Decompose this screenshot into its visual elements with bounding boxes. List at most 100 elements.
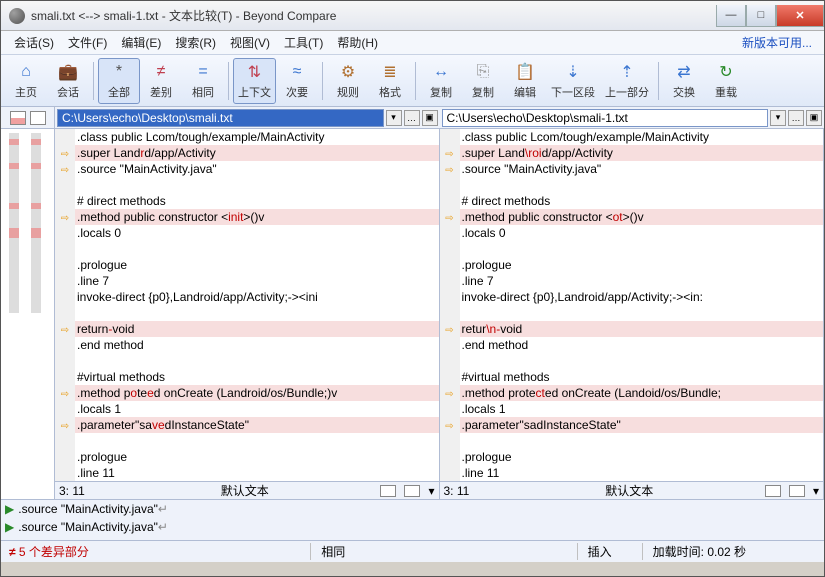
code-line[interactable]: .class public Lcom/tough/example/MainAct… <box>440 129 824 145</box>
left-browse-icon[interactable]: … <box>404 110 420 126</box>
code-line[interactable] <box>55 353 439 369</box>
code-line[interactable]: .line 7 <box>55 273 439 289</box>
menu-item[interactable]: 视图(V) <box>223 31 277 54</box>
code-line[interactable] <box>55 433 439 449</box>
view-mode-icons[interactable] <box>1 107 55 128</box>
code-line[interactable] <box>440 353 824 369</box>
toolbar-copy2-button[interactable]: ⎘复制 <box>462 58 504 104</box>
code-line[interactable]: .locals 1 <box>440 401 824 417</box>
right-path-input[interactable] <box>442 109 769 127</box>
code-text <box>75 177 439 193</box>
toolbar-context-button[interactable]: ⇅上下文 <box>233 58 276 104</box>
menu-item[interactable]: 搜索(R) <box>168 31 223 54</box>
code-line[interactable]: ⇨.method public constructor <ot>()v <box>440 209 824 225</box>
toolbar-format-button[interactable]: ≣格式 <box>369 58 411 104</box>
minimize-button[interactable]: — <box>716 5 746 27</box>
overview-strip[interactable] <box>1 129 55 499</box>
toolbar-diffs-button[interactable]: ≠差别 <box>140 58 182 104</box>
code-line[interactable] <box>440 433 824 449</box>
code-line[interactable] <box>55 305 439 321</box>
right-code[interactable]: .class public Lcom/tough/example/MainAct… <box>440 129 824 481</box>
code-line[interactable]: ⇨.source "MainActivity.java" <box>55 161 439 177</box>
code-line[interactable]: ⇨.super Landrd/app/Activity <box>55 145 439 161</box>
code-line[interactable]: ⇨retur\n-void <box>440 321 824 337</box>
code-line[interactable] <box>55 177 439 193</box>
right-encoding[interactable]: 默认文本 <box>502 482 757 499</box>
toolbar-home-button[interactable]: ⌂主页 <box>5 58 47 104</box>
code-line[interactable]: #virtual methods <box>55 369 439 385</box>
code-line[interactable]: .line 7 <box>440 273 824 289</box>
code-line[interactable]: .class public Lcom/tough/example/MainAct… <box>55 129 439 145</box>
code-line[interactable]: # direct methods <box>55 193 439 209</box>
code-line[interactable]: .locals 0 <box>440 225 824 241</box>
toolbar-same-button[interactable]: =相同 <box>182 58 224 104</box>
right-view-icon[interactable] <box>765 485 781 497</box>
code-line[interactable]: .locals 1 <box>55 401 439 417</box>
menu-item[interactable]: 会话(S) <box>7 31 61 54</box>
left-path-input[interactable] <box>57 109 384 127</box>
code-line[interactable]: invoke-direct {p0},Landroid/app/Activity… <box>440 289 824 305</box>
code-line[interactable] <box>440 177 824 193</box>
code-line[interactable]: ⇨.super Land\roid/app/Activity <box>440 145 824 161</box>
code-line[interactable]: ⇨.parameter"sadInstanceState" <box>440 417 824 433</box>
gutter: ⇨ <box>440 161 460 177</box>
code-line[interactable]: ⇨.source "MainActivity.java" <box>440 161 824 177</box>
code-line[interactable] <box>440 241 824 257</box>
code-line[interactable]: ⇨.parameter"savedInstanceState" <box>55 417 439 433</box>
toolbar-rules-button[interactable]: ⚙规则 <box>327 58 369 104</box>
toolbar-swap-button[interactable]: ⇄交换 <box>663 58 705 104</box>
code-line[interactable]: #virtual methods <box>440 369 824 385</box>
right-browse-icon[interactable]: … <box>788 110 804 126</box>
code-line[interactable]: ⇨return-void <box>55 321 439 337</box>
code-line[interactable]: .prologue <box>440 449 824 465</box>
code-line[interactable]: .locals 0 <box>55 225 439 241</box>
code-text: .locals 0 <box>460 225 824 241</box>
toolbar-reload-button[interactable]: ↻重载 <box>705 58 747 104</box>
right-dropdown-icon[interactable]: ▾ <box>813 484 819 498</box>
toolbar-minor-button[interactable]: ≈次要 <box>276 58 318 104</box>
code-text: .prologue <box>460 257 824 273</box>
code-line[interactable]: .line 11 <box>55 465 439 481</box>
code-line[interactable]: ⇨.method public constructor <init>()v <box>55 209 439 225</box>
code-line[interactable]: ⇨.method protected onCreate (Landoid/os/… <box>440 385 824 401</box>
left-open-icon[interactable]: ▣ <box>422 110 438 126</box>
code-line[interactable]: .line 11 <box>440 465 824 481</box>
menu-item[interactable]: 帮助(H) <box>330 31 385 54</box>
update-link[interactable]: 新版本可用... <box>736 31 818 54</box>
left-view-icon[interactable] <box>380 485 396 497</box>
close-button[interactable]: ✕ <box>776 5 824 27</box>
status-insert: 插入 <box>577 543 622 560</box>
menu-item[interactable]: 文件(F) <box>61 31 114 54</box>
code-line[interactable]: .end method <box>55 337 439 353</box>
toolbar-label: 上下文 <box>238 84 271 100</box>
maximize-button[interactable]: □ <box>746 5 776 27</box>
right-view-icon-2[interactable] <box>789 485 805 497</box>
code-line[interactable]: # direct methods <box>440 193 824 209</box>
code-line[interactable]: ⇨.method poteed onCreate (Landroid/os/Bu… <box>55 385 439 401</box>
toolbar-sessions-button[interactable]: 💼会话 <box>47 58 89 104</box>
toolbar-nextsec-button[interactable]: ⇣下一区段 <box>546 58 600 104</box>
code-line[interactable] <box>55 241 439 257</box>
code-line[interactable]: .end method <box>440 337 824 353</box>
toolbar-prevpart-button[interactable]: ⇡上一部分 <box>600 58 654 104</box>
right-open-icon[interactable]: ▣ <box>806 110 822 126</box>
menu-item[interactable]: 工具(T) <box>277 31 330 54</box>
code-line[interactable]: .prologue <box>55 257 439 273</box>
left-dropdown-icon[interactable]: ▾ <box>428 484 434 498</box>
left-path-dropdown-icon[interactable]: ▾ <box>386 110 402 126</box>
gutter <box>55 465 75 481</box>
left-code[interactable]: .class public Lcom/tough/example/MainAct… <box>55 129 439 481</box>
left-view-icon-2[interactable] <box>404 485 420 497</box>
code-line[interactable]: .prologue <box>55 449 439 465</box>
right-path-dropdown-icon[interactable]: ▾ <box>770 110 786 126</box>
code-line[interactable]: invoke-direct {p0},Landroid/app/Activity… <box>55 289 439 305</box>
toolbar-all-button[interactable]: *全部 <box>98 58 140 104</box>
left-encoding[interactable]: 默认文本 <box>117 482 372 499</box>
menu-item[interactable]: 编辑(E) <box>114 31 168 54</box>
gutter <box>440 273 460 289</box>
toolbar-copy-button[interactable]: ↔复制 <box>420 58 462 104</box>
code-line[interactable] <box>440 305 824 321</box>
code-line[interactable]: .prologue <box>440 257 824 273</box>
toolbar-separator <box>322 62 323 100</box>
toolbar-edit-button[interactable]: 📋编辑 <box>504 58 546 104</box>
